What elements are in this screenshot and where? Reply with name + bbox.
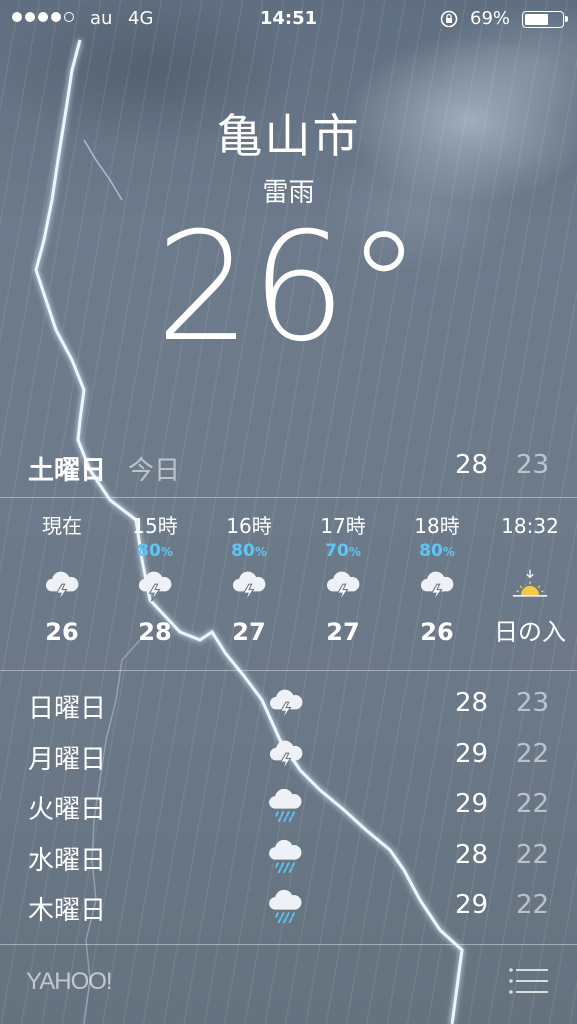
sunset-label: 日の入 (494, 618, 566, 646)
day-high: 29 (455, 789, 489, 819)
thunderstorm-icon (17, 562, 107, 610)
yahoo-logo[interactable]: YAHOO! (26, 968, 113, 996)
day-name: 火曜日 (28, 795, 107, 825)
precip-chance: 80% (137, 541, 173, 561)
day-name: 月曜日 (28, 744, 107, 775)
day-high: 28 (455, 839, 489, 870)
current-temperature: 26° (0, 208, 577, 368)
thunderstorm-icon (110, 562, 200, 610)
hour-time: 17時 (320, 514, 366, 538)
hourly-forecast[interactable]: 現在 26 15時 80% 28 16時 80% 27 17時 70% 27 18時 80% 26 18:3… (0, 512, 577, 662)
hour-time: 18時 (414, 514, 460, 538)
thunderstorm-icon (266, 737, 310, 777)
daily-forecast: 日曜日 28 23 月曜日 29 22 火曜日 29 22 水曜日 28 22 木曜日 29 22 (0, 686, 577, 939)
battery-icon (522, 11, 568, 28)
status-bar: au 4G 14:51 69% (0, 0, 577, 38)
temperature-value: 26 (155, 201, 347, 375)
thunderstorm-icon (298, 562, 388, 610)
day-low: 22 (516, 738, 550, 769)
daily-row: 日曜日 28 23 (0, 686, 577, 737)
precip-chance: 80% (419, 541, 455, 561)
city-name: 亀山市 (216, 109, 361, 163)
hour-time: 15時 (132, 514, 178, 538)
rain-icon (266, 787, 310, 827)
hourly-item: 18時 80% 26 (392, 512, 482, 650)
daily-row: 月曜日 29 22 (0, 737, 577, 788)
hour-temperature: 26 (45, 618, 79, 646)
divider (0, 497, 577, 498)
daily-row: 木曜日 29 22 (0, 888, 577, 939)
today-summary-row: 土曜日 今日 28 23 (0, 446, 577, 486)
day-name: 日曜日 (28, 694, 107, 724)
day-high: 29 (455, 890, 489, 920)
battery-percent: 69% (470, 8, 511, 29)
today-low: 23 (516, 450, 550, 480)
precip-chance (17, 540, 107, 562)
hourly-item: 現在 26 (17, 512, 107, 650)
hour-temperature: 27 (232, 618, 266, 646)
hour-temperature: 28 (138, 618, 172, 646)
today-high: 28 (455, 450, 489, 480)
day-name: 木曜日 (28, 896, 107, 926)
hourly-item: 17時 70% 27 (298, 512, 388, 650)
rain-icon (266, 838, 310, 878)
hour-time: 18:32 (501, 514, 559, 538)
day-low: 22 (516, 789, 550, 819)
degree-symbol: ° (346, 201, 422, 375)
thunderstorm-icon (204, 562, 294, 610)
hour-temperature: 27 (326, 618, 360, 646)
precip-chance: 70% (325, 541, 361, 561)
day-low: 22 (516, 839, 550, 870)
list-icon[interactable] (508, 966, 550, 996)
precip-chance: 80% (231, 541, 267, 561)
hour-time: 現在 (42, 514, 82, 538)
day-low: 23 (516, 688, 550, 718)
today-day-name: 土曜日 (28, 456, 107, 486)
hourly-item: 16時 80% 27 (204, 512, 294, 650)
day-high: 29 (455, 738, 489, 769)
day-name: 水曜日 (28, 845, 107, 876)
thunderstorm-icon (266, 686, 310, 726)
precip-chance (485, 540, 575, 562)
rotation-lock-icon (440, 10, 458, 28)
sunset-icon (485, 562, 575, 610)
hour-time: 16時 (226, 514, 272, 538)
day-low: 22 (516, 890, 550, 920)
divider (0, 670, 577, 671)
hourly-item: 15時 80% 28 (110, 512, 200, 650)
hour-temperature: 26 (420, 618, 454, 646)
daily-row: 火曜日 29 22 (0, 787, 577, 838)
hourly-item: 18:32 日の入 (485, 512, 575, 650)
divider (0, 944, 577, 945)
day-high: 28 (455, 688, 489, 718)
today-label: 今日 (128, 456, 181, 486)
daily-row: 水曜日 28 22 (0, 838, 577, 889)
rain-icon (266, 888, 310, 928)
thunderstorm-icon (392, 562, 482, 610)
